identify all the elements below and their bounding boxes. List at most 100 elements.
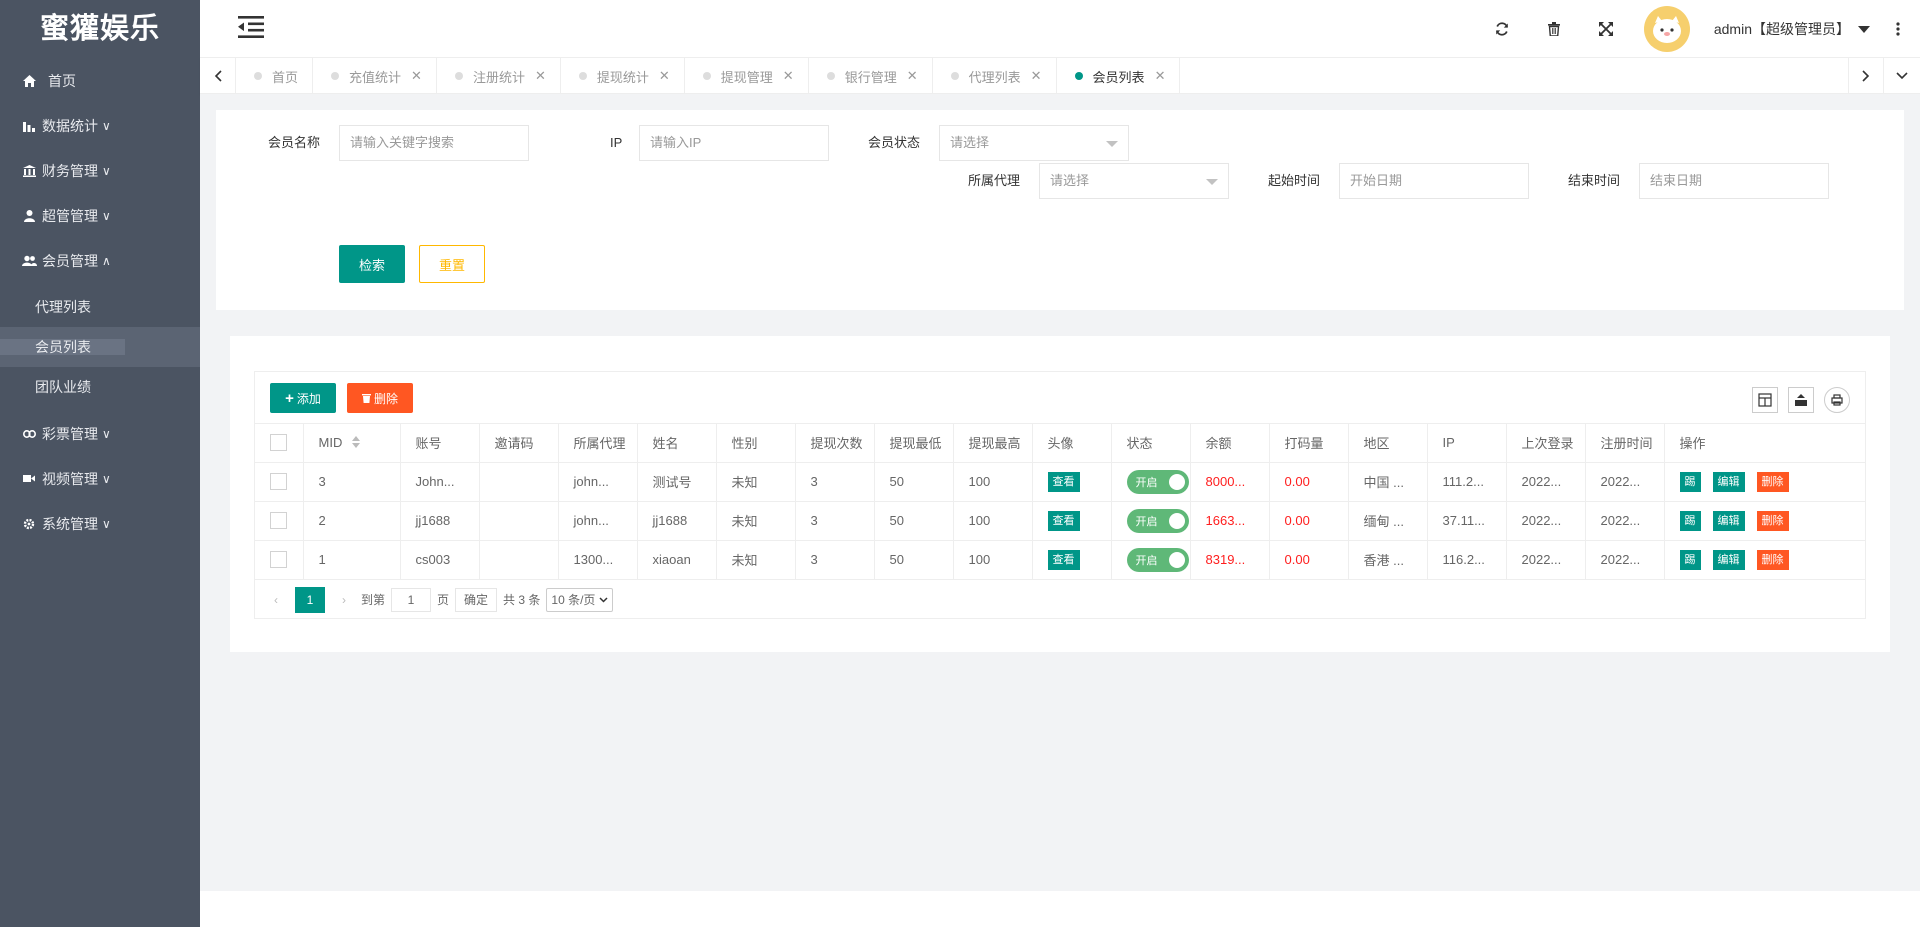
close-icon[interactable]: ✕ (1155, 68, 1166, 84)
tab-member-list[interactable]: 会员列表 ✕ (1057, 58, 1181, 94)
toggle-knob (1168, 551, 1185, 568)
sidebar-item-lottery[interactable]: 彩票管理 ∨ (0, 411, 200, 456)
sidebar-item-finance[interactable]: 财务管理 ∨ (0, 148, 200, 193)
view-avatar-button[interactable]: 查看 (1047, 510, 1080, 531)
tabs-scroll-right-icon[interactable] (1848, 58, 1884, 94)
end-date-input[interactable]: 结束日期 (1639, 163, 1829, 199)
kick-button[interactable]: 踢 (1679, 510, 1701, 531)
edit-button[interactable]: 编辑 (1712, 471, 1745, 492)
row-checkbox[interactable] (270, 512, 287, 530)
kick-button[interactable]: 踢 (1679, 471, 1701, 492)
status-toggle[interactable]: 开启 (1126, 508, 1189, 533)
view-avatar-button[interactable]: 查看 (1047, 471, 1080, 492)
tab-withdraw-stats[interactable]: 提现统计 ✕ (561, 58, 685, 94)
home-icon (20, 74, 38, 87)
delete-button[interactable]: 删除 (1756, 549, 1789, 570)
row-select-cell (255, 501, 304, 541)
tab-bank-manage[interactable]: 银行管理 ✕ (809, 58, 933, 94)
status-toggle[interactable]: 开启 (1126, 547, 1189, 572)
add-button-label: 添加 (296, 391, 321, 406)
delete-button[interactable]: 删除 (1756, 510, 1789, 531)
column-header: IP (1427, 424, 1507, 463)
fullscreen-icon[interactable] (1580, 0, 1632, 58)
edit-button[interactable]: 编辑 (1712, 510, 1745, 531)
sidebar-subitem-label: 会员列表 (0, 339, 125, 355)
search-button[interactable]: 检索 (339, 245, 405, 283)
tab-home[interactable]: 首页 (236, 58, 314, 94)
cell-wd-max: 100 (953, 501, 1033, 541)
next-page-icon[interactable]: › (333, 593, 355, 607)
close-icon[interactable]: ✕ (659, 68, 670, 84)
kick-button[interactable]: 踢 (1679, 549, 1701, 570)
row-checkbox[interactable] (270, 551, 287, 569)
member-status-select[interactable]: 请选择 (939, 125, 1129, 161)
edit-button[interactable]: 编辑 (1712, 549, 1745, 570)
trash-icon[interactable] (1528, 0, 1580, 58)
sidebar-subitem-member-list[interactable]: 会员列表 (0, 327, 200, 367)
reset-button[interactable]: 重置 (419, 245, 485, 283)
tab-agent-list[interactable]: 代理列表 ✕ (933, 58, 1057, 94)
sidebar-item-super-admin[interactable]: 超管管理 ∨ (0, 193, 200, 238)
refresh-icon[interactable] (1476, 0, 1528, 58)
close-icon[interactable]: ✕ (783, 68, 794, 84)
current-page-button[interactable]: 1 (295, 586, 325, 613)
tab-label: 银行管理 (844, 69, 897, 85)
menu-toggle-icon[interactable] (238, 16, 264, 38)
sidebar-item-home[interactable]: 首页 (0, 58, 200, 103)
tab-withdraw-manage[interactable]: 提现管理 ✕ (685, 58, 809, 94)
export-icon[interactable] (1788, 387, 1814, 413)
tabs-menu-chevron-down-icon[interactable] (1884, 58, 1920, 94)
sidebar-item-system[interactable]: 系统管理 ∨ (0, 501, 200, 546)
close-icon[interactable]: ✕ (411, 68, 422, 84)
status-toggle[interactable]: 开启 (1126, 469, 1189, 494)
sidebar-item-video[interactable]: 视频管理 ∨ (0, 456, 200, 501)
column-header-mid[interactable]: MID (303, 424, 401, 463)
close-icon[interactable]: ✕ (1031, 68, 1042, 84)
member-status-label: 会员状态 (868, 135, 921, 150)
gear-icon (20, 518, 38, 530)
sidebar-item-data-stats[interactable]: 数据统计 ∨ (0, 103, 200, 148)
goto-confirm-button[interactable]: 确定 (455, 587, 498, 612)
start-date-input[interactable]: 开始日期 (1339, 163, 1529, 199)
sort-icon[interactable] (351, 435, 360, 451)
sidebar-item-label: 彩票管理 (42, 425, 98, 442)
close-icon[interactable]: ✕ (535, 68, 546, 84)
prev-page-icon[interactable]: ‹ (265, 593, 287, 607)
cell-name: xiaoan (637, 540, 717, 580)
columns-filter-icon[interactable] (1752, 387, 1778, 413)
ip-input[interactable]: 请输入IP (639, 125, 829, 161)
toggle-label: 开启 (1135, 515, 1158, 528)
username: admin【超级管理员】 (1713, 21, 1850, 37)
view-avatar-button[interactable]: 查看 (1047, 549, 1080, 570)
sidebar-subitem-team-performance[interactable]: 团队业绩 (0, 367, 200, 407)
tab-recharge-stats[interactable]: 充值统计 ✕ (313, 58, 437, 94)
chevron-up-icon: ∧ (102, 253, 111, 268)
main-content: 会员名称 请输入关键字搜索 IP 请输入IP 会员状态 请选择 所属代理 请选择… (200, 94, 1920, 891)
tab-register-stats[interactable]: 注册统计 ✕ (437, 58, 561, 94)
app-logo: 蜜獾娱乐 (39, 13, 160, 45)
close-icon[interactable]: ✕ (907, 68, 918, 84)
batch-delete-button[interactable]: 删除 (347, 383, 413, 413)
tabs-scroll-left-icon[interactable] (200, 58, 236, 94)
sidebar-item-members[interactable]: 会员管理 ∧ (0, 238, 200, 283)
member-name-input[interactable]: 请输入关键字搜索 (339, 125, 529, 161)
delete-button[interactable]: 删除 (1756, 471, 1789, 492)
print-icon[interactable] (1824, 387, 1850, 413)
agent-label: 所属代理 (968, 173, 1021, 188)
more-vertical-icon[interactable] (1886, 22, 1910, 36)
column-header: 账号 (400, 424, 480, 463)
goto-page-input[interactable]: 1 (391, 587, 432, 612)
user-menu[interactable]: admin【超级管理员】 (1714, 19, 1870, 39)
row-checkbox[interactable] (270, 473, 287, 491)
column-header: 所属代理 (558, 424, 638, 463)
add-button[interactable]: + 添加 (270, 383, 336, 413)
select-all-checkbox[interactable] (270, 434, 287, 452)
sidebar-subitem-agent-list[interactable]: 代理列表 (0, 287, 200, 327)
avatar[interactable] (1643, 6, 1690, 52)
cell-actions: 踢编辑 删除 (1664, 501, 1865, 541)
column-header: 提现最高 (953, 424, 1033, 463)
page-size-select[interactable]: 10 条/页 (546, 587, 614, 612)
agent-select[interactable]: 请选择 (1039, 163, 1229, 199)
tab-label: 注册统计 (472, 69, 525, 85)
cell-wd-count: 3 (795, 540, 875, 580)
